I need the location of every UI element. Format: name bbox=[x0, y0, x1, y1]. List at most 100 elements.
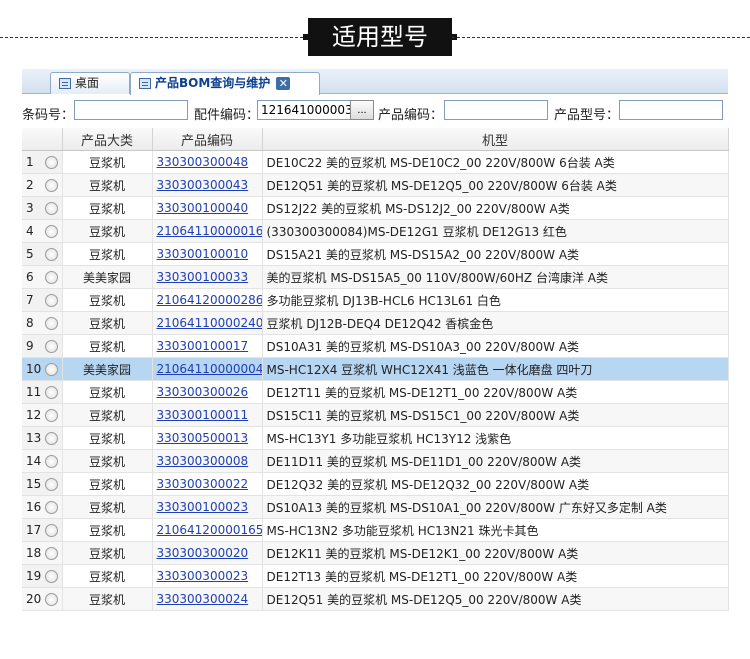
code-cell: 21064110000240 bbox=[152, 311, 263, 335]
table-row[interactable]: 19 豆浆机 330300300023 DE12T13 美的豆浆机 MS-DE12T1… bbox=[22, 564, 729, 588]
product-code-link[interactable]: 330300100040 bbox=[157, 201, 249, 215]
table-row[interactable]: 3 豆浆机 330300100040 DS12J22 美的豆浆机 MS-DS12J2_… bbox=[22, 196, 729, 220]
product-code-link[interactable]: 330300300043 bbox=[157, 178, 249, 192]
row-radio[interactable] bbox=[45, 363, 58, 376]
table-row[interactable]: 1 豆浆机 330300300048 DE10C22 美的豆浆机 MS-DE10C2_… bbox=[22, 150, 729, 174]
column-header-model[interactable]: 机型 bbox=[262, 128, 729, 151]
row-radio[interactable] bbox=[45, 156, 58, 169]
row-radio[interactable] bbox=[45, 386, 58, 399]
tab-desktop-label: 桌面 bbox=[75, 76, 100, 90]
row-radio[interactable] bbox=[45, 202, 58, 215]
product-code-link[interactable]: 21064110000016 bbox=[157, 224, 262, 238]
product-code-link[interactable]: 330300100023 bbox=[157, 500, 249, 514]
code-cell: 330300300043 bbox=[152, 173, 263, 197]
product-code-link[interactable]: 21064110000240 bbox=[157, 316, 262, 330]
product-code-link[interactable]: 330300300023 bbox=[157, 569, 249, 583]
close-icon[interactable]: ✕ bbox=[276, 77, 291, 90]
row-radio[interactable] bbox=[45, 593, 58, 606]
product-code-link[interactable]: 330300300048 bbox=[157, 155, 249, 169]
table-row[interactable]: 6 美美家园 330300100033 美的豆浆机 MS-DS15A5_00 110V… bbox=[22, 265, 729, 289]
row-number: 15 bbox=[26, 477, 42, 491]
row-number: 20 bbox=[26, 592, 42, 606]
row-number-cell: 16 bbox=[22, 495, 63, 519]
table-row[interactable]: 17 豆浆机 21064120000165 MS-HC13N2 多功能豆浆机 HC13… bbox=[22, 518, 729, 542]
table-row[interactable]: 10 美美家园 21064110000004 MS-HC12X4 豆浆机 WHC12X… bbox=[22, 357, 729, 381]
row-radio[interactable] bbox=[45, 455, 58, 468]
product-code-link[interactable]: 330300100011 bbox=[157, 408, 249, 422]
category-cell: 豆浆机 bbox=[62, 288, 153, 312]
table-row[interactable]: 7 豆浆机 21064120000286 多功能豆浆机 DJ13B-HCL6 HC13… bbox=[22, 288, 729, 312]
table-row[interactable]: 16 豆浆机 330300100023 DS10A13 美的豆浆机 MS-DS10A1… bbox=[22, 495, 729, 519]
row-number: 14 bbox=[26, 454, 42, 468]
category-cell: 豆浆机 bbox=[62, 334, 153, 358]
row-radio[interactable] bbox=[45, 478, 58, 491]
product-code-link[interactable]: 330300300024 bbox=[157, 592, 249, 606]
table-row[interactable]: 20 豆浆机 330300300024 DE12Q51 美的豆浆机 MS-DE12Q5… bbox=[22, 587, 729, 611]
row-number-cell: 3 bbox=[22, 196, 63, 220]
category-cell: 豆浆机 bbox=[62, 472, 153, 496]
tab-product-bom[interactable]: 产品BOM查询与维护 ✕ bbox=[130, 72, 320, 95]
row-radio[interactable] bbox=[45, 409, 58, 422]
category-cell: 豆浆机 bbox=[62, 219, 153, 243]
row-number: 16 bbox=[26, 500, 42, 514]
product-code-link[interactable]: 21064120000286 bbox=[157, 293, 262, 307]
product-code-link[interactable]: 330300100010 bbox=[157, 247, 249, 261]
code-cell: 330300300020 bbox=[152, 541, 263, 565]
column-header-code[interactable]: 产品编码 bbox=[152, 128, 263, 151]
model-cell: MS-HC12X4 豆浆机 WHC12X41 浅蓝色 一体化磨盘 四叶刀 bbox=[262, 357, 729, 381]
code-cell: 330300300024 bbox=[152, 587, 263, 611]
product-code-link[interactable]: 330300500013 bbox=[157, 431, 249, 445]
category-cell: 豆浆机 bbox=[62, 449, 153, 473]
row-number: 8 bbox=[26, 316, 34, 330]
column-header-category[interactable]: 产品大类 bbox=[62, 128, 153, 151]
product-code-link[interactable]: 330300100017 bbox=[157, 339, 249, 353]
table-row[interactable]: 9 豆浆机 330300100017 DS10A31 美的豆浆机 MS-DS10A3_… bbox=[22, 334, 729, 358]
row-radio[interactable] bbox=[45, 225, 58, 238]
table-row[interactable]: 2 豆浆机 330300300043 DE12Q51 美的豆浆机 MS-DE12Q5_… bbox=[22, 173, 729, 197]
model-cell: DE12Q51 美的豆浆机 MS-DE12Q5_00 220V/800W A类 bbox=[262, 587, 729, 611]
product-code-link[interactable]: 21064120000165 bbox=[157, 523, 262, 537]
row-radio[interactable] bbox=[45, 570, 58, 583]
category-cell: 豆浆机 bbox=[62, 495, 153, 519]
row-radio[interactable] bbox=[45, 248, 58, 261]
product-code-link[interactable]: 330300100033 bbox=[157, 270, 249, 284]
row-radio[interactable] bbox=[45, 271, 58, 284]
table-row[interactable]: 11 豆浆机 330300300026 DE12T11 美的豆浆机 MS-DE12T1… bbox=[22, 380, 729, 404]
code-cell: 330300300023 bbox=[152, 564, 263, 588]
row-number-cell: 14 bbox=[22, 449, 63, 473]
model-cell: DE12T11 美的豆浆机 MS-DE12T1_00 220V/800W A类 bbox=[262, 380, 729, 404]
part-picker-button[interactable]: ... bbox=[350, 100, 374, 120]
row-number: 3 bbox=[26, 201, 34, 215]
table-row[interactable]: 4 豆浆机 21064110000016 (330300300084)MS-DE12G… bbox=[22, 219, 729, 243]
product-code-input[interactable] bbox=[444, 100, 548, 120]
banner-divider-left bbox=[0, 37, 308, 38]
barcode-input[interactable] bbox=[74, 100, 188, 120]
row-radio[interactable] bbox=[45, 340, 58, 353]
table-row[interactable]: 13 豆浆机 330300500013 MS-HC13Y1 多功能豆浆机 HC13Y1… bbox=[22, 426, 729, 450]
table-row[interactable]: 15 豆浆机 330300300022 DE12Q32 美的豆浆机 MS-DE12Q3… bbox=[22, 472, 729, 496]
product-code-link[interactable]: 330300300022 bbox=[157, 477, 249, 491]
row-radio[interactable] bbox=[45, 547, 58, 560]
product-model-input[interactable] bbox=[619, 100, 723, 120]
table-row[interactable]: 8 豆浆机 21064110000240 豆浆机 DJ12B-DEQ4 DE12Q42… bbox=[22, 311, 729, 335]
row-radio[interactable] bbox=[45, 179, 58, 192]
row-number: 10 bbox=[26, 362, 42, 376]
row-radio[interactable] bbox=[45, 317, 58, 330]
product-code-link[interactable]: 21064110000004 bbox=[157, 362, 262, 376]
table-row[interactable]: 14 豆浆机 330300300008 DE11D11 美的豆浆机 MS-DE11D1… bbox=[22, 449, 729, 473]
product-code-link[interactable]: 330300300008 bbox=[157, 454, 249, 468]
model-cell: DS10A13 美的豆浆机 MS-DS10A1_00 220V/800W 广东好… bbox=[262, 495, 729, 519]
table-row[interactable]: 5 豆浆机 330300100010 DS15A21 美的豆浆机 MS-DS15A2_… bbox=[22, 242, 729, 266]
product-code-link[interactable]: 330300300026 bbox=[157, 385, 249, 399]
row-radio[interactable] bbox=[45, 432, 58, 445]
row-number-cell: 10 bbox=[22, 357, 63, 381]
code-cell: 330300300048 bbox=[152, 150, 263, 174]
product-code-link[interactable]: 330300300020 bbox=[157, 546, 249, 560]
part-code-input[interactable] bbox=[257, 100, 351, 120]
row-radio[interactable] bbox=[45, 524, 58, 537]
tab-desktop[interactable]: 桌面 bbox=[50, 72, 130, 94]
row-radio[interactable] bbox=[45, 501, 58, 514]
table-row[interactable]: 18 豆浆机 330300300020 DE12K11 美的豆浆机 MS-DE12K1… bbox=[22, 541, 729, 565]
row-radio[interactable] bbox=[45, 294, 58, 307]
table-row[interactable]: 12 豆浆机 330300100011 DS15C11 美的豆浆机 MS-DS15C1… bbox=[22, 403, 729, 427]
